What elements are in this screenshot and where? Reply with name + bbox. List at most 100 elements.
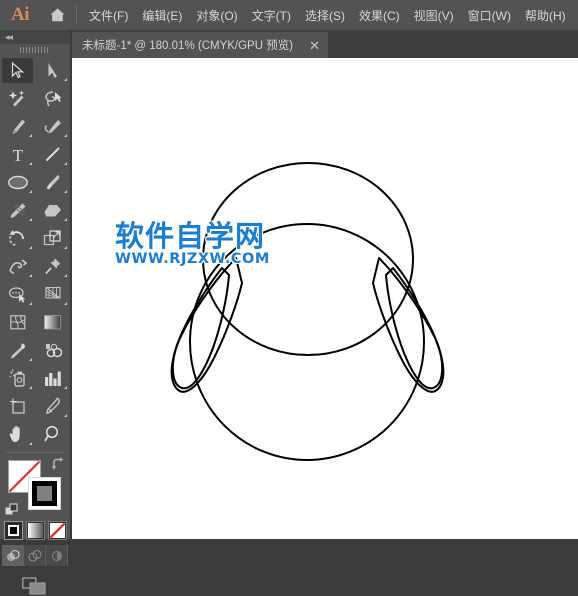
zoom-tool[interactable]: [35, 420, 70, 448]
tool-grid: T: [0, 56, 70, 448]
magic-wand-tool[interactable]: [0, 84, 35, 112]
eraser-icon: [44, 204, 61, 216]
pushpin-icon: [44, 258, 60, 275]
draw-inside-icon: [51, 550, 62, 561]
blend-tool[interactable]: [35, 336, 70, 364]
hand-icon: [9, 426, 20, 442]
line-icon: [45, 146, 60, 161]
close-icon[interactable]: ✕: [309, 39, 320, 52]
document-canvas[interactable]: 软件自学网 WWW.RJZXW.COM: [72, 58, 578, 539]
ellipse-tool[interactable]: [0, 168, 35, 196]
eyedropper-icon: [10, 343, 25, 358]
eraser-tool[interactable]: [35, 196, 70, 224]
none-swatch-icon: [49, 522, 65, 539]
paintbrush-tool[interactable]: [35, 168, 70, 196]
artboard-tool[interactable]: [0, 392, 35, 420]
column-graph-tool[interactable]: [35, 364, 70, 392]
curvature-tool[interactable]: [35, 112, 70, 140]
draw-normal-mode[interactable]: [2, 545, 24, 566]
lasso-icon: [44, 90, 62, 106]
eyedropper-tool[interactable]: [0, 336, 35, 364]
width-tool[interactable]: [0, 252, 35, 280]
change-screen-mode[interactable]: [0, 576, 70, 596]
draw-mode-buttons: [0, 545, 70, 566]
type-t-icon: T: [12, 146, 23, 163]
menu-type[interactable]: 文字(T): [245, 3, 298, 28]
flyout-corner-icon: [29, 162, 32, 165]
left-wing-inner: [171, 267, 230, 390]
symbol-sprayer-icon: [9, 369, 25, 387]
menu-item-list: 文件(F) 编辑(E) 对象(O) 文字(T) 选择(S) 效果(C) 视图(V…: [82, 3, 573, 28]
menu-object[interactable]: 对象(O): [189, 3, 244, 28]
symbol-sprayer-tool[interactable]: [0, 364, 35, 392]
artwork-svg: [170, 162, 445, 461]
draw-behind-mode[interactable]: [24, 545, 46, 566]
color-mode-none[interactable]: [47, 521, 67, 540]
home-icon[interactable]: [40, 0, 74, 30]
color-mode-gradient[interactable]: [25, 521, 45, 540]
color-mode-color[interactable]: [3, 521, 23, 540]
stroke-swatch[interactable]: [28, 477, 61, 510]
artboard-icon: [9, 398, 25, 414]
slice-knife-icon: [46, 397, 60, 415]
type-tool[interactable]: T: [0, 140, 35, 168]
flyout-corner-icon: [64, 246, 67, 249]
menu-separator: [76, 6, 77, 24]
flyout-corner-icon: [64, 218, 67, 221]
lasso-tool[interactable]: [35, 84, 70, 112]
menu-view[interactable]: 视图(V): [407, 3, 461, 28]
document-tab-title: 未标题-1* @ 180.01% (CMYK/GPU 预览): [82, 40, 294, 52]
stroke-swatch-inner: [32, 481, 57, 506]
flyout-corner-icon: [64, 190, 67, 193]
mesh-icon: [9, 314, 25, 329]
swap-fill-stroke-icon[interactable]: [51, 457, 65, 471]
menu-bar: Ai 文件(F) 编辑(E) 对象(O) 文字(T) 选择(S) 效果(C) 视…: [0, 0, 578, 30]
slice-tool[interactable]: [35, 392, 70, 420]
perspective-grid-icon: [44, 286, 61, 299]
arrow-white-icon: [48, 62, 57, 78]
grip-lines-icon: [20, 47, 50, 53]
solid-color-icon: [7, 525, 19, 536]
menu-effect[interactable]: 效果(C): [352, 3, 407, 28]
pen-tool[interactable]: [0, 112, 35, 140]
app-logo: Ai: [11, 4, 30, 25]
draw-inside-mode[interactable]: [46, 545, 68, 566]
default-fill-stroke-icon[interactable]: [5, 503, 19, 517]
rotate-tool[interactable]: [0, 224, 35, 252]
body-circle: [189, 223, 425, 461]
flyout-corner-icon: [29, 442, 32, 445]
selection-tool[interactable]: [0, 56, 35, 84]
flyout-corner-icon: [29, 246, 32, 249]
flyout-corner-icon: [64, 386, 67, 389]
fill-stroke-control: [0, 457, 70, 519]
gradient-tool[interactable]: [35, 308, 70, 336]
collapse-panel-icon[interactable]: ◂◂: [5, 32, 13, 42]
magic-wand-icon: [8, 90, 24, 106]
menu-edit[interactable]: 编辑(E): [135, 3, 189, 28]
perspective-grid-tool[interactable]: [35, 280, 70, 308]
menu-select[interactable]: 选择(S): [298, 3, 352, 28]
rotate-icon: [9, 230, 24, 247]
shape-builder-tool[interactable]: [0, 280, 35, 308]
line-segment-tool[interactable]: [35, 140, 70, 168]
menu-window[interactable]: 窗口(W): [461, 3, 518, 28]
flyout-corner-icon: [64, 414, 67, 417]
tools-panel-drag-handle[interactable]: [0, 44, 70, 56]
menu-file[interactable]: 文件(F): [82, 3, 135, 28]
hand-tool[interactable]: [0, 420, 35, 448]
document-tab-bar: 未标题-1* @ 180.01% (CMYK/GPU 预览) ✕: [72, 30, 578, 58]
shaper-tool[interactable]: [0, 196, 35, 224]
shaper-pencil-icon: [10, 203, 25, 218]
arrow-solid-icon: [11, 61, 24, 78]
mesh-tool[interactable]: [0, 308, 35, 336]
flyout-corner-icon: [29, 274, 32, 277]
direct-selection-tool[interactable]: [35, 56, 70, 84]
right-wing-inner: [385, 267, 444, 390]
document-tab[interactable]: 未标题-1* @ 180.01% (CMYK/GPU 预览) ✕: [72, 32, 328, 58]
free-transform-tool[interactable]: [35, 252, 70, 280]
flyout-corner-icon: [29, 302, 32, 305]
scale-tool[interactable]: [35, 224, 70, 252]
blend-icon: [45, 343, 62, 357]
menu-help[interactable]: 帮助(H): [518, 3, 573, 28]
flyout-corner-icon: [29, 190, 32, 193]
